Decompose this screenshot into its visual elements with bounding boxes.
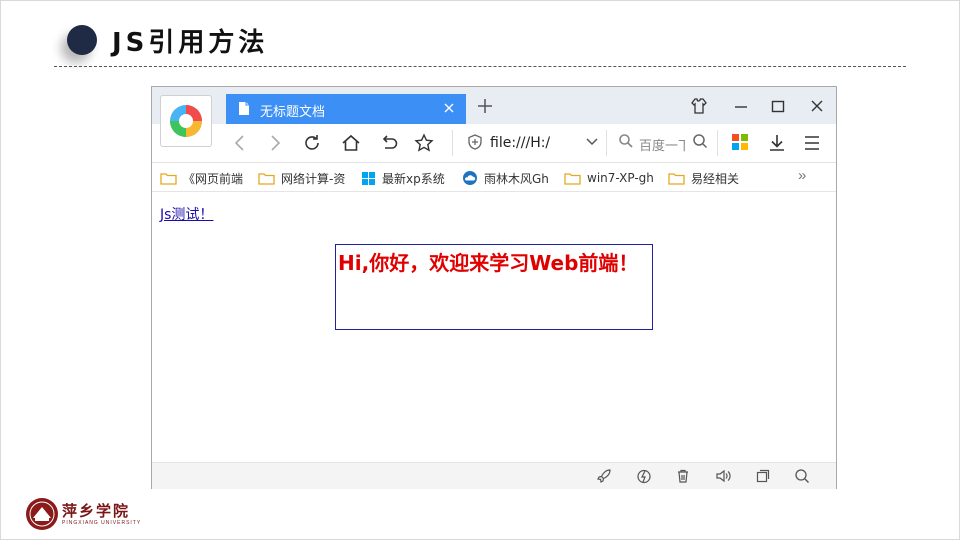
school-name: 萍乡学院 [62,502,131,520]
browser-logo[interactable] [160,95,212,147]
title-bullet-dot [67,25,97,55]
minimize-icon[interactable] [732,97,750,115]
bookmark-label: 最新xp系统 [382,171,445,186]
browser-logo-icon [170,105,202,137]
search-input[interactable]: 百度一下 [639,135,685,154]
bookmark-item[interactable]: 易经相关 [668,169,751,187]
slide-title: JS引用方法 [112,28,269,58]
window-restore-icon[interactable] [755,468,771,484]
back-icon[interactable] [230,133,250,153]
volume-icon[interactable] [715,468,731,484]
maximize-icon[interactable] [769,97,787,115]
bookmarks-more-button[interactable]: » [798,167,806,184]
page-content: Js测试！ Hi,你好，欢迎来学习Web前端！ [152,192,836,462]
navigation-toolbar: file:///H:/ 百度一下 [152,124,836,163]
bookmark-item[interactable]: 网络计算-资 [258,169,353,187]
skin-icon[interactable] [690,97,708,115]
apps-grid-icon[interactable] [731,133,749,151]
download-icon[interactable] [767,133,787,153]
undo-icon[interactable] [379,133,399,153]
tab-title: 无标题文档 [260,105,326,120]
title-divider [54,66,906,67]
bookmark-item[interactable]: win7-XP-gh [564,169,657,187]
address-bar-url[interactable]: file:///H:/ [490,135,550,151]
folder-icon [668,172,685,185]
windows-icon [362,171,375,185]
forward-icon[interactable] [265,133,285,153]
bookmark-item[interactable]: 《网页前端 [160,169,255,187]
bookmark-label: 易经相关 [691,171,740,186]
home-icon[interactable] [341,133,361,153]
browser-window: 无标题文档 file:///H:/ 百度一下 《网页前端 网络计算-资 最新xp… [151,86,837,489]
school-subtitle: PINGXIANG UNIVERSITY [62,520,142,526]
new-tab-icon[interactable] [476,97,494,115]
bookmark-label: 雨林木风Gh [484,171,549,186]
hello-text: Hi,你好，欢迎来学习Web前端！ [338,251,639,275]
close-window-icon[interactable] [808,97,826,115]
rocket-icon[interactable] [596,468,612,484]
folder-icon [160,172,177,185]
security-shield-icon[interactable] [466,133,484,151]
cloud-icon [463,171,477,185]
bookmark-star-icon[interactable] [414,133,434,153]
bookmarks-bar: 《网页前端 网络计算-资 最新xp系统 雨林木风Gh win7-XP-gh 易经… [152,163,836,192]
bookmark-label: 《网页前端 [183,171,244,186]
status-bar [152,462,836,489]
hello-box: Hi,你好，欢迎来学习Web前端！ [335,244,653,330]
refresh-icon[interactable] [302,133,322,153]
search-engine-icon[interactable] [618,133,634,149]
school-logo-icon [26,498,58,530]
document-icon [239,102,249,115]
folder-icon [564,172,581,185]
zoom-icon[interactable] [794,468,810,484]
trash-icon[interactable] [675,468,691,484]
bookmark-item[interactable]: 雨林木风Gh [462,169,550,187]
close-tab-icon[interactable] [442,101,456,115]
menu-icon[interactable] [802,133,822,153]
bookmark-label: 网络计算-资 [281,171,346,186]
chevron-down-icon[interactable] [584,133,600,149]
bookmark-item[interactable]: 最新xp系统 [361,169,452,187]
js-test-link[interactable]: Js测试！ [160,204,213,224]
search-icon[interactable] [692,133,708,149]
accelerate-icon[interactable] [636,468,652,484]
folder-icon [258,172,275,185]
tab-bar: 无标题文档 [152,87,836,124]
tab-active[interactable]: 无标题文档 [226,94,466,124]
bookmark-label: win7-XP-gh [587,171,654,185]
